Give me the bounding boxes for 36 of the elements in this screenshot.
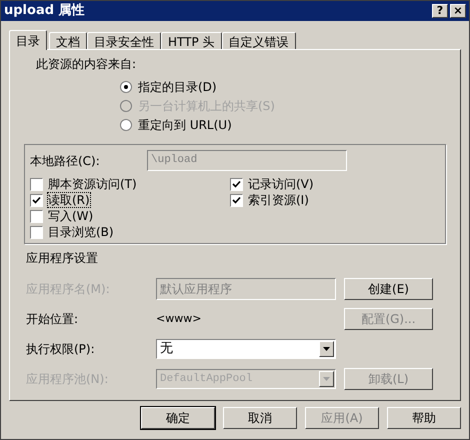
dropdown[interactable]: 无 bbox=[156, 339, 336, 359]
checkbox[interactable] bbox=[230, 178, 243, 190]
radio-button[interactable] bbox=[120, 118, 132, 130]
checkbox[interactable] bbox=[30, 178, 43, 190]
checkmark-icon bbox=[32, 196, 41, 204]
value-text: <www> bbox=[156, 310, 202, 327]
content-source-label: 此资源的内容来自: bbox=[36, 56, 138, 73]
dialog-button[interactable]: 取消 bbox=[223, 407, 297, 429]
ok-button[interactable]: 确定 bbox=[141, 407, 215, 429]
checkbox-label: 记录访问(V) bbox=[248, 177, 314, 191]
checkbox-label: 索引资源(I) bbox=[248, 193, 309, 207]
field-label: 执行权限(P): bbox=[26, 341, 95, 358]
section-title: 应用程序设置 bbox=[26, 250, 99, 267]
radio-label: 重定向到 URL(U) bbox=[138, 116, 232, 134]
field-label: 开始位置: bbox=[26, 311, 78, 328]
checkbox[interactable] bbox=[30, 210, 43, 222]
title-bar-button[interactable]: ? bbox=[432, 4, 448, 18]
checkbox[interactable] bbox=[30, 226, 43, 238]
tab[interactable]: 自定义错误 bbox=[222, 32, 296, 49]
checkbox-label: 目录浏览(B) bbox=[48, 225, 114, 239]
checkbox[interactable] bbox=[30, 194, 43, 206]
checkbox-label: 读取(R) bbox=[48, 193, 90, 207]
tab[interactable]: 目录安全性 bbox=[87, 32, 161, 49]
dropdown-value: 无 bbox=[160, 340, 173, 358]
dialog-button[interactable]: 帮助 bbox=[387, 407, 461, 429]
tab[interactable]: HTTP 头 bbox=[161, 32, 222, 49]
title-bar-button[interactable]: × bbox=[450, 4, 466, 18]
local-path-label: 本地路径(C): bbox=[30, 152, 101, 170]
window-title: upload 属性 bbox=[4, 2, 85, 20]
checkbox[interactable] bbox=[230, 194, 243, 206]
radio-label: 指定的目录(D) bbox=[138, 78, 217, 96]
radio-button[interactable] bbox=[120, 80, 132, 92]
tab[interactable]: 文档 bbox=[49, 32, 87, 49]
checkbox-label: 脚本资源访问(T) bbox=[48, 177, 137, 191]
tab[interactable]: 目录 bbox=[9, 30, 47, 50]
checkbox-label: 写入(W) bbox=[48, 209, 94, 223]
